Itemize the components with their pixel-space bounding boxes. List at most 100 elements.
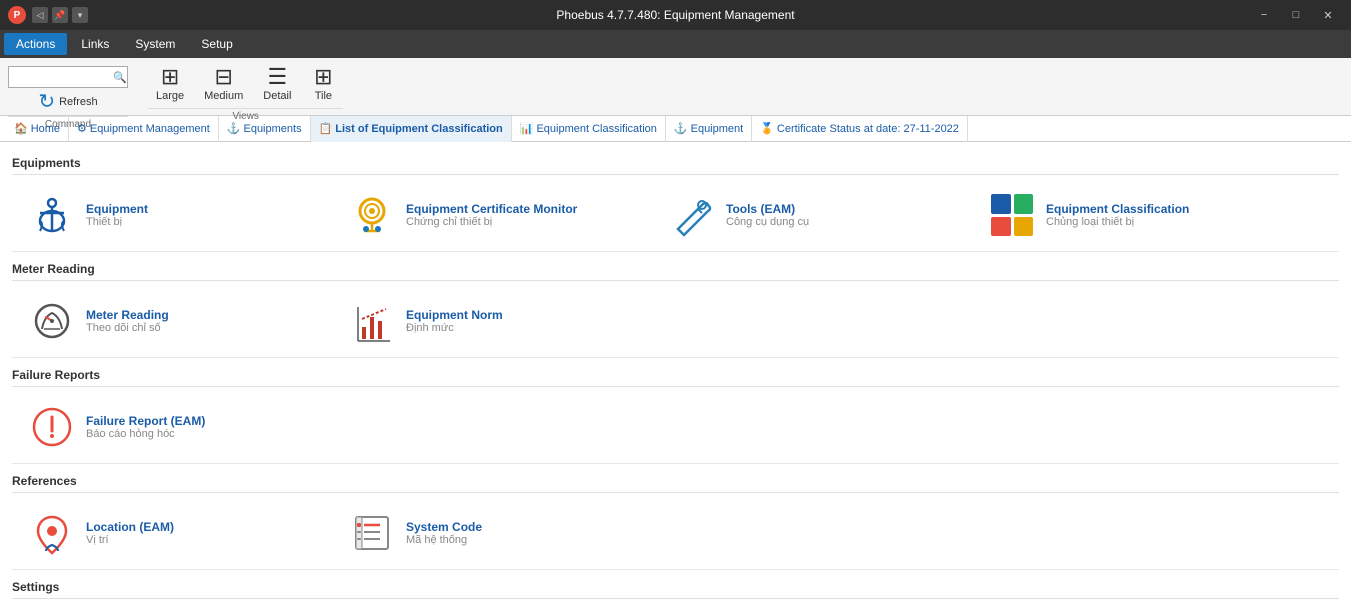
- location-icon: [30, 511, 74, 555]
- failure-report-eam-text: Failure Report (EAM) Báo cáo hỏng hóc: [86, 414, 205, 440]
- cert-monitor-subtitle: Chứng chỉ thiết bị: [406, 216, 577, 228]
- meter-reading-icon: [30, 299, 74, 343]
- menu-item-system[interactable]: System: [123, 33, 187, 55]
- cert-monitor-title: Equipment Certificate Monitor: [406, 202, 577, 216]
- location-eam-card[interactable]: Location (EAM) Vị trí: [12, 501, 332, 565]
- system-code-subtitle: Mã hệ thống: [406, 534, 482, 546]
- close-button[interactable]: ✕: [1313, 5, 1343, 25]
- nav-pin-icon[interactable]: 📌: [52, 7, 68, 23]
- section-header-equipments: Equipments: [12, 150, 1339, 175]
- breadcrumb-equipments[interactable]: ⚓ Equipments: [219, 116, 311, 142]
- ribbon-group-views: ⊞ Large ⊟ Medium ☰ Detail ⊞ Tile Views: [148, 62, 343, 122]
- divider-4: [12, 569, 1339, 570]
- ribbon-views-items: ⊞ Large ⊟ Medium ☰ Detail ⊞ Tile: [148, 62, 343, 106]
- tools-icon: [670, 193, 714, 237]
- failure-reports-grid: Failure Report (EAM) Báo cáo hỏng hóc: [12, 395, 1339, 459]
- meter-reading-text: Meter Reading Theo dõi chỉ số: [86, 308, 169, 334]
- nav-more-icon[interactable]: ▾: [72, 7, 88, 23]
- title-bar: P ◁ 📌 ▾ Phoebus 4.7.7.480: Equipment Man…: [0, 0, 1351, 30]
- breadcrumb-equipment[interactable]: ⚓ Equipment: [666, 116, 752, 142]
- maximize-button[interactable]: □: [1281, 5, 1311, 25]
- large-icon: ⊞: [161, 66, 179, 88]
- section-header-settings: Settings: [12, 574, 1339, 599]
- medium-view-button[interactable]: ⊟ Medium: [196, 62, 251, 106]
- equipment-norm-card[interactable]: Equipment Norm Định mức: [332, 289, 652, 353]
- equipment-icon: ⚓: [674, 122, 688, 135]
- detail-view-button[interactable]: ☰ Detail: [255, 62, 299, 106]
- title-bar-icons: ◁ 📌 ▾: [32, 7, 88, 23]
- section-header-references: References: [12, 468, 1339, 493]
- tools-eam-card[interactable]: Tools (EAM) Công cụ dụng cụ: [652, 183, 972, 247]
- eam-settings-card[interactable]: EAM Settings Tham số chung phân hệ EAM: [12, 607, 332, 615]
- refresh-label: Refresh: [59, 96, 98, 108]
- equipment-norm-icon-container: [348, 297, 396, 345]
- section-header-failure-reports: Failure Reports: [12, 362, 1339, 387]
- list-eq-class-icon: 📋: [319, 122, 333, 135]
- equipment-card[interactable]: Equipment Thiết bị: [12, 183, 332, 247]
- minimize-button[interactable]: −: [1249, 5, 1279, 25]
- detail-label: Detail: [263, 90, 291, 102]
- detail-icon: ☰: [267, 66, 287, 88]
- breadcrumb-list-eq-classification-label: List of Equipment Classification: [335, 123, 502, 135]
- home-icon: 🏠: [14, 122, 28, 135]
- meter-reading-title: Meter Reading: [86, 308, 169, 322]
- breadcrumb-home-label: Home: [31, 123, 60, 135]
- tools-eam-subtitle: Công cụ dụng cụ: [726, 216, 809, 228]
- equipment-classification-card[interactable]: Equipment Classification Chủng loại thiế…: [972, 183, 1292, 247]
- menu-item-links[interactable]: Links: [69, 33, 121, 55]
- location-eam-title: Location (EAM): [86, 520, 174, 534]
- refresh-button[interactable]: ↻ Refresh: [8, 90, 128, 114]
- equipment-title: Equipment: [86, 202, 148, 216]
- equipment-text: Equipment Thiết bị: [86, 202, 148, 228]
- main-content: Equipments Equipment Thiết bị: [0, 142, 1351, 615]
- large-view-button[interactable]: ⊞ Large: [148, 62, 192, 106]
- window-controls: − □ ✕: [1249, 5, 1343, 25]
- meter-reading-subtitle: Theo dõi chỉ số: [86, 322, 169, 334]
- certificate-icon: 🏅: [760, 122, 774, 135]
- breadcrumb-list-equipment-classification[interactable]: 📋 List of Equipment Classification: [311, 116, 512, 142]
- menu-item-actions[interactable]: Actions: [4, 33, 67, 55]
- eq-classification-icon: [991, 194, 1033, 236]
- tile-label: Tile: [315, 90, 332, 102]
- failure-report-eam-card[interactable]: Failure Report (EAM) Báo cáo hỏng hóc: [12, 395, 332, 459]
- breadcrumb-equipment-label: Equipment: [691, 123, 744, 135]
- equipments-icon: ⚓: [227, 122, 241, 135]
- equipment-norm-icon: [350, 299, 394, 343]
- equipment-cert-monitor-card[interactable]: Equipment Certificate Monitor Chứng chỉ …: [332, 183, 652, 247]
- breadcrumb-certificate-status-label: Certificate Status at date: 27-11-2022: [777, 123, 959, 135]
- breadcrumb-home[interactable]: 🏠 Home: [6, 116, 69, 142]
- nav-back-icon[interactable]: ◁: [32, 7, 48, 23]
- references-grid: Location (EAM) Vị trí System Code: [12, 501, 1339, 565]
- breadcrumb-certificate-status[interactable]: 🏅 Certificate Status at date: 27-11-2022: [752, 116, 968, 142]
- breadcrumb-equipment-classification[interactable]: 📊 Equipment Classification: [512, 116, 666, 142]
- search-icon: 🔍: [113, 71, 127, 84]
- search-box[interactable]: 🔍: [8, 66, 128, 88]
- equipment-classification-subtitle: Chủng loại thiết bị: [1046, 216, 1189, 228]
- breadcrumb-equipment-management[interactable]: ⚙ Equipment Management: [69, 116, 219, 142]
- equipments-grid: Equipment Thiết bị Equipment Certificate…: [12, 183, 1339, 247]
- breadcrumb-equipments-label: Equipments: [243, 123, 301, 135]
- tools-eam-title: Tools (EAM): [726, 202, 809, 216]
- system-code-icon: [350, 511, 394, 555]
- equipment-classification-text: Equipment Classification Chủng loại thiế…: [1046, 202, 1189, 228]
- anchor-icon: [30, 193, 74, 237]
- divider-3: [12, 463, 1339, 464]
- breadcrumb-nav: 🏠 Home ⚙ Equipment Management ⚓ Equipmen…: [0, 116, 1351, 142]
- equipment-management-icon: ⚙: [77, 122, 87, 135]
- location-icon-container: [28, 509, 76, 557]
- ribbon-command-items: 🔍 ↻ Refresh: [8, 62, 128, 114]
- meter-reading-card[interactable]: Meter Reading Theo dõi chỉ số: [12, 289, 332, 353]
- ribbon: 🔍 ↻ Refresh Command ⊞ Large ⊟ Medium ☰: [0, 58, 1351, 116]
- refresh-icon: ↻: [38, 92, 55, 112]
- tile-view-button[interactable]: ⊞ Tile: [303, 62, 343, 106]
- equipment-subtitle: Thiết bị: [86, 216, 148, 228]
- equipment-icon-container: [28, 191, 76, 239]
- medium-label: Medium: [204, 90, 243, 102]
- system-code-card[interactable]: System Code Mã hệ thống: [332, 501, 652, 565]
- eq-classification-icon: 📊: [520, 122, 534, 135]
- menu-item-setup[interactable]: Setup: [189, 33, 244, 55]
- app-logo: P: [8, 6, 26, 24]
- search-input[interactable]: [13, 71, 113, 83]
- divider-2: [12, 357, 1339, 358]
- equipment-norm-text: Equipment Norm Định mức: [406, 308, 503, 334]
